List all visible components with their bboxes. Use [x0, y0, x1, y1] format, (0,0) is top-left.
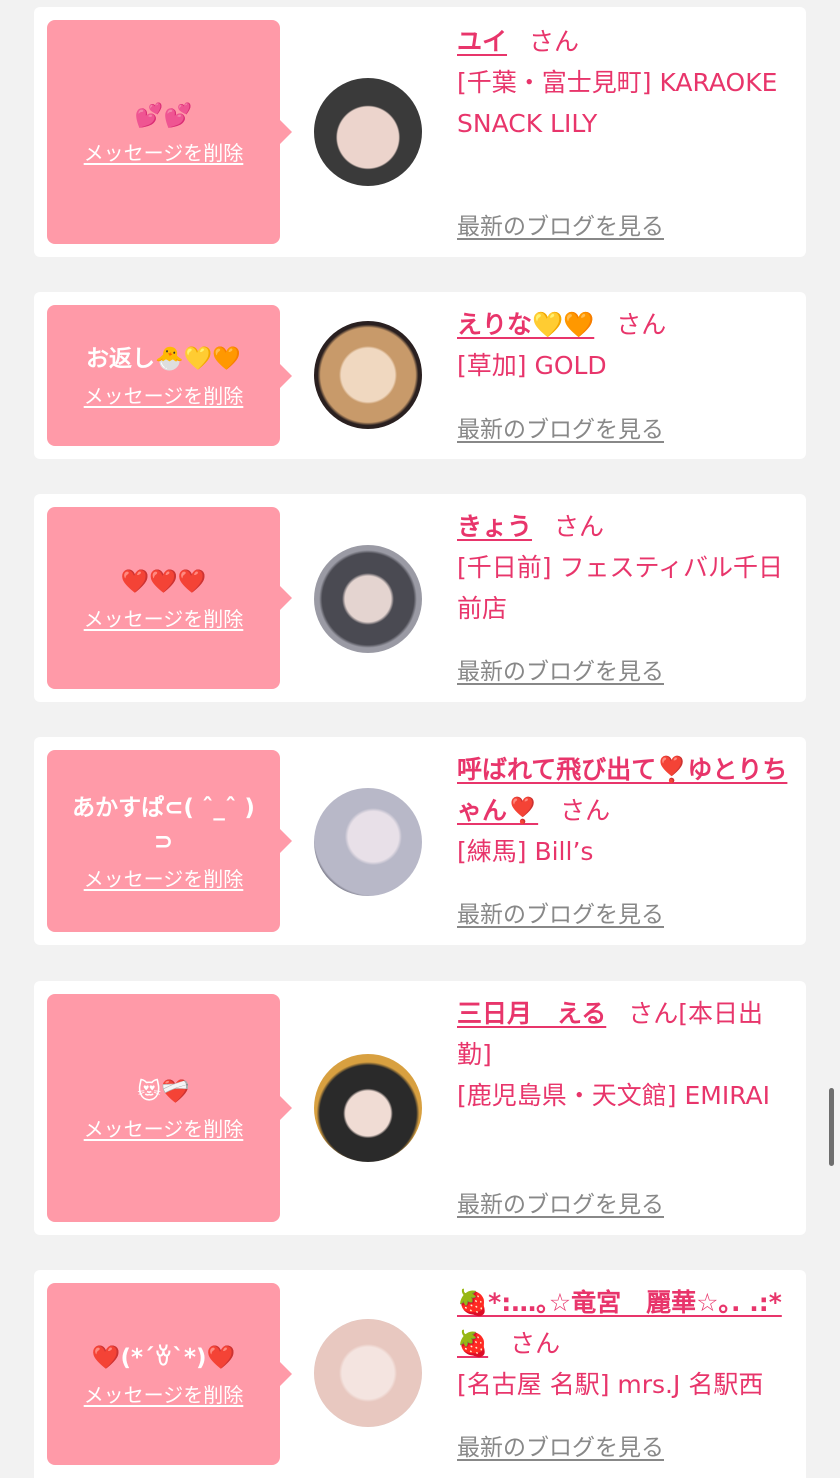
profile-name-link[interactable]: きょう — [457, 512, 532, 541]
shop-info: [千葉・富士見町] KARAOKE SNACK LILY — [457, 68, 778, 138]
avatar[interactable] — [314, 1054, 422, 1162]
message-text: 😻❤️‍🩹 — [137, 1078, 190, 1105]
latest-blog-link[interactable]: 最新のブログを見る — [457, 1428, 664, 1462]
shop-info: [千日前] フェスティバル千日前店 — [457, 553, 783, 623]
delete-message-link[interactable]: メッセージを削除 — [84, 1379, 244, 1408]
delete-message-link[interactable]: メッセージを削除 — [84, 603, 244, 632]
shop-info: [草加] GOLD — [457, 351, 607, 380]
shop-info: [名古屋 名駅] mrs.J 名駅西 — [457, 1370, 764, 1399]
delete-message-link[interactable]: メッセージを削除 — [84, 380, 244, 409]
message-bubble: 😻❤️‍🩹 メッセージを削除 — [47, 994, 292, 1222]
delete-message-link[interactable]: メッセージを削除 — [84, 863, 244, 892]
message-text: 💕💕 — [134, 102, 193, 129]
profile-name-link[interactable]: ユイ — [457, 27, 507, 56]
latest-blog-link[interactable]: 最新のブログを見る — [457, 1185, 664, 1219]
message-text: あかすぱ⊂( ˆ_ˆ )⊃ — [72, 794, 255, 855]
delete-message-link[interactable]: メッセージを削除 — [84, 137, 244, 166]
message-card: 😻❤️‍🩹 メッセージを削除 三日月 える さん[本日出勤] [鹿児島県・天文館]… — [34, 981, 806, 1235]
message-card: お返し🐣💛🧡 メッセージを削除 えりな💛🧡 さん [草加] GOLD 最新のブログ… — [34, 292, 806, 459]
honorific: さん — [510, 1329, 561, 1358]
profile-name-link[interactable]: 🍓*:…｡☆竜宮 麗華☆｡. .:*🍓 — [457, 1288, 782, 1358]
latest-blog-link[interactable]: 最新のブログを見る — [457, 652, 664, 686]
honorific: さん — [616, 310, 667, 339]
scrollbar[interactable] — [829, 1088, 834, 1166]
latest-blog-link[interactable]: 最新のブログを見る — [457, 207, 664, 241]
avatar[interactable] — [314, 545, 422, 653]
message-text: ❤️(*´ꈊ`*)❤️ — [91, 1344, 236, 1371]
avatar[interactable] — [314, 1319, 422, 1427]
shop-info: [練馬] Bill’s — [457, 837, 594, 866]
avatar[interactable] — [314, 78, 422, 186]
latest-blog-link[interactable]: 最新のブログを見る — [457, 410, 664, 444]
profile-name-link[interactable]: 呼ばれて飛び出て❣️ゆとりちゃん❣️ — [457, 755, 787, 825]
message-text: ❤️❤️❤️ — [120, 568, 207, 595]
message-bubble: ❤️❤️❤️ メッセージを削除 — [47, 507, 292, 689]
latest-blog-link[interactable]: 最新のブログを見る — [457, 895, 664, 929]
honorific: さん — [560, 796, 611, 825]
shop-info: [鹿児島県・天文館] EMIRAI — [457, 1081, 771, 1110]
avatar[interactable] — [314, 321, 422, 429]
message-bubble: 💕💕 メッセージを削除 — [47, 20, 292, 244]
message-card: ❤️❤️❤️ メッセージを削除 きょう さん [千日前] フェスティバル千日前店 … — [34, 494, 806, 702]
message-card: あかすぱ⊂( ˆ_ˆ )⊃ メッセージを削除 呼ばれて飛び出て❣️ゆとりちゃん❣… — [34, 737, 806, 945]
profile-name-link[interactable]: えりな💛🧡 — [457, 310, 594, 339]
honorific: さん — [529, 27, 580, 56]
message-text: お返し🐣💛🧡 — [86, 346, 241, 372]
delete-message-link[interactable]: メッセージを削除 — [84, 1113, 244, 1142]
honorific: さん — [554, 512, 605, 541]
message-bubble: あかすぱ⊂( ˆ_ˆ )⊃ メッセージを削除 — [47, 750, 292, 932]
message-bubble: お返し🐣💛🧡 メッセージを削除 — [47, 305, 292, 446]
avatar[interactable] — [314, 788, 422, 896]
message-card: 💕💕 メッセージを削除 ユイ さん [千葉・富士見町] KARAOKE SNACK… — [34, 7, 806, 257]
profile-name-link[interactable]: 三日月 える — [457, 999, 606, 1028]
message-bubble: ❤️(*´ꈊ`*)❤️ メッセージを削除 — [47, 1283, 292, 1465]
message-card: ❤️(*´ꈊ`*)❤️ メッセージを削除 🍓*:…｡☆竜宮 麗華☆｡. .:*🍓… — [34, 1270, 806, 1478]
